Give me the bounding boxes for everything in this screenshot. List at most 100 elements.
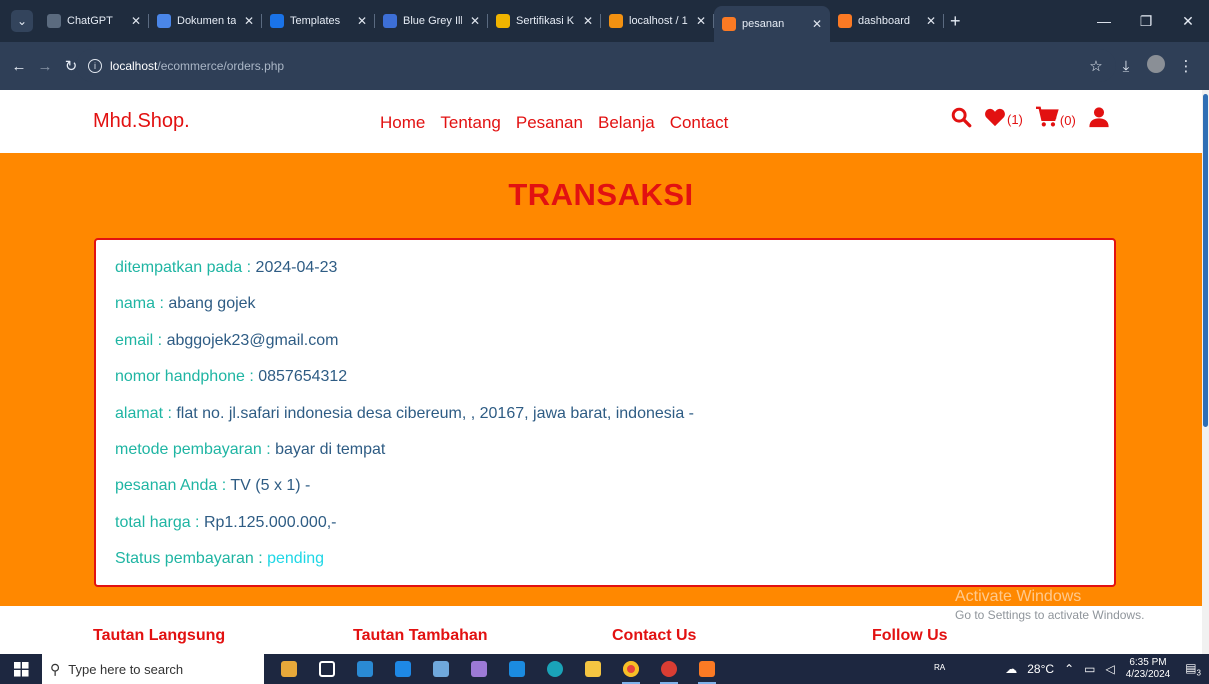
site-header: Mhd.Shop. Home Tentang Pesanan Belanja C…: [0, 90, 1202, 153]
start-button[interactable]: [0, 661, 42, 677]
payment-status-value: pending: [267, 550, 325, 568]
browser-tab[interactable]: Templates ✕: [262, 5, 375, 37]
visual-studio-icon[interactable]: [460, 654, 498, 684]
people-icon[interactable]: ᴿᴬ: [934, 662, 945, 676]
xampp-icon[interactable]: [688, 654, 726, 684]
browser-tab[interactable]: ChatGPT ✕: [39, 5, 149, 37]
settings-app-icon[interactable]: [422, 654, 460, 684]
mail-icon[interactable]: [384, 654, 422, 684]
site-logo[interactable]: Mhd.Shop.: [93, 110, 190, 133]
order-detail-label: pesanan Anda :: [115, 477, 231, 495]
address-bar[interactable]: i localhost/ecommerce/orders.php: [76, 49, 1116, 82]
task-view-icon[interactable]: [308, 654, 346, 684]
chrome-profile-icon[interactable]: [650, 654, 688, 684]
restore-icon[interactable]: ❐: [1125, 13, 1167, 30]
bookshelf-app-icon[interactable]: [270, 654, 308, 684]
wishlist-count: (1): [1007, 112, 1023, 127]
taskbar-clock[interactable]: 6:35 PM 4/23/2024: [1126, 657, 1171, 681]
close-tab-icon[interactable]: ✕: [812, 17, 822, 31]
chatgpt-icon: [47, 14, 61, 28]
close-tab-icon[interactable]: ✕: [357, 14, 367, 28]
weather-temp[interactable]: 28°C: [1027, 662, 1054, 676]
order-detail-row: Status pembayaran : pending: [115, 547, 1095, 583]
profile-avatar[interactable]: [1141, 55, 1171, 77]
page-scrollbar[interactable]: [1202, 90, 1209, 654]
browser-menu-icon[interactable]: ⋮: [1171, 57, 1201, 75]
browser-tab[interactable]: dashboard ✕: [830, 5, 944, 37]
footer-heading-contact: Contact Us: [612, 627, 697, 644]
url-host: localhost: [110, 58, 158, 73]
download-icon[interactable]: ⤓: [1111, 58, 1141, 75]
site-info-icon[interactable]: i: [88, 58, 102, 73]
page-viewport: Mhd.Shop. Home Tentang Pesanan Belanja C…: [0, 90, 1209, 654]
nav-pesanan[interactable]: Pesanan: [516, 113, 583, 133]
nav-contact[interactable]: Contact: [670, 113, 729, 133]
notification-count: 3: [1196, 668, 1201, 678]
tray-chevron-icon[interactable]: ⌃: [1064, 662, 1074, 676]
wishlist-button[interactable]: (1): [984, 107, 1023, 127]
file-explorer-icon[interactable]: [574, 654, 612, 684]
calculator-icon[interactable]: [346, 654, 384, 684]
browser-tab[interactable]: pesanan ✕: [714, 6, 830, 42]
cart-button[interactable]: (0): [1035, 106, 1076, 128]
close-tab-icon[interactable]: ✕: [244, 14, 254, 28]
close-tab-icon[interactable]: ✕: [131, 14, 141, 28]
user-icon[interactable]: [1088, 106, 1110, 128]
windows-taskbar: ⚲ Type here to search ᴿᴬ ☁ 28°C ⌃ ▭ ◁ 6:…: [0, 654, 1209, 684]
footer-heading-quick-links: Tautan Langsung: [93, 627, 226, 644]
phpmyadmin-icon: [609, 14, 623, 28]
close-tab-icon[interactable]: ✕: [583, 14, 593, 28]
header-icons: (1) (0): [950, 106, 1122, 128]
order-detail-label: alamat :: [115, 404, 177, 422]
close-tab-icon[interactable]: ✕: [470, 14, 480, 28]
docs-icon: [157, 14, 171, 28]
nav-home[interactable]: Home: [380, 113, 425, 133]
browser-toolbar: ← → ↻ i localhost/ecommerce/orders.php ☆…: [0, 42, 1209, 90]
close-tab-icon[interactable]: ✕: [696, 14, 706, 28]
volume-icon[interactable]: ◁: [1105, 662, 1114, 676]
network-icon[interactable]: ▭: [1084, 662, 1095, 676]
scrollbar-thumb[interactable]: [1203, 94, 1208, 427]
minimize-icon[interactable]: —: [1083, 13, 1125, 29]
forward-arrow-icon[interactable]: →: [32, 58, 58, 75]
order-detail-label: email :: [115, 331, 167, 349]
back-arrow-icon[interactable]: ←: [6, 58, 32, 75]
close-tab-icon[interactable]: ✕: [926, 14, 936, 28]
toolbar-actions: ☆ ⤓ ⋮: [1081, 42, 1201, 90]
tab-title: Templates: [290, 15, 341, 27]
youtube-icon: [383, 14, 397, 28]
search-icon[interactable]: [950, 106, 972, 128]
xampp-icon: [838, 14, 852, 28]
xampp-icon: [722, 17, 736, 31]
browser-tab[interactable]: localhost / 1 ✕: [601, 5, 714, 37]
order-detail-row: nomor handphone : 0857654312: [115, 365, 1095, 401]
tab-title: pesanan: [742, 18, 785, 30]
order-detail-label: Status pembayaran :: [115, 550, 268, 568]
order-detail-value: bayar di tempat: [275, 440, 386, 458]
browser-tab[interactable]: Dokumen ta ✕: [149, 5, 262, 37]
nav-tentang[interactable]: Tentang: [440, 113, 501, 133]
notification-center-icon[interactable]: ▤3: [1185, 661, 1201, 677]
order-detail-row: email : abggojek23@gmail.com: [115, 329, 1095, 365]
tab-search-chevron-icon[interactable]: ⌄: [11, 10, 33, 32]
order-detail-label: ditempatkan pada :: [115, 259, 256, 276]
browser-tab[interactable]: Sertifikasi K ✕: [488, 5, 601, 37]
search-icon: ⚲: [50, 660, 61, 677]
order-detail-row: alamat : flat no. jl.safari indonesia de…: [115, 402, 1095, 438]
new-tab-button[interactable]: +: [950, 11, 961, 32]
bookmark-star-icon[interactable]: ☆: [1081, 57, 1111, 75]
cart-count: (0): [1059, 113, 1076, 128]
window-controls: — ❐ ✕: [1083, 0, 1209, 42]
chrome-icon[interactable]: [612, 654, 650, 684]
clock-date: 4/23/2024: [1125, 669, 1171, 680]
edge-icon[interactable]: [536, 654, 574, 684]
vscode-icon[interactable]: [498, 654, 536, 684]
windows-logo-icon: [13, 661, 29, 677]
order-card: ditempatkan pada : 2024-04-23 nama : aban…: [94, 238, 1116, 587]
browser-tab[interactable]: Blue Grey Ill ✕: [375, 5, 488, 37]
taskbar-search[interactable]: ⚲ Type here to search: [42, 654, 264, 684]
nav-belanja[interactable]: Belanja: [598, 113, 655, 133]
close-window-icon[interactable]: ✕: [1167, 13, 1209, 30]
weather-icon[interactable]: ☁: [1005, 662, 1017, 676]
tab-title: localhost / 1: [629, 15, 688, 27]
